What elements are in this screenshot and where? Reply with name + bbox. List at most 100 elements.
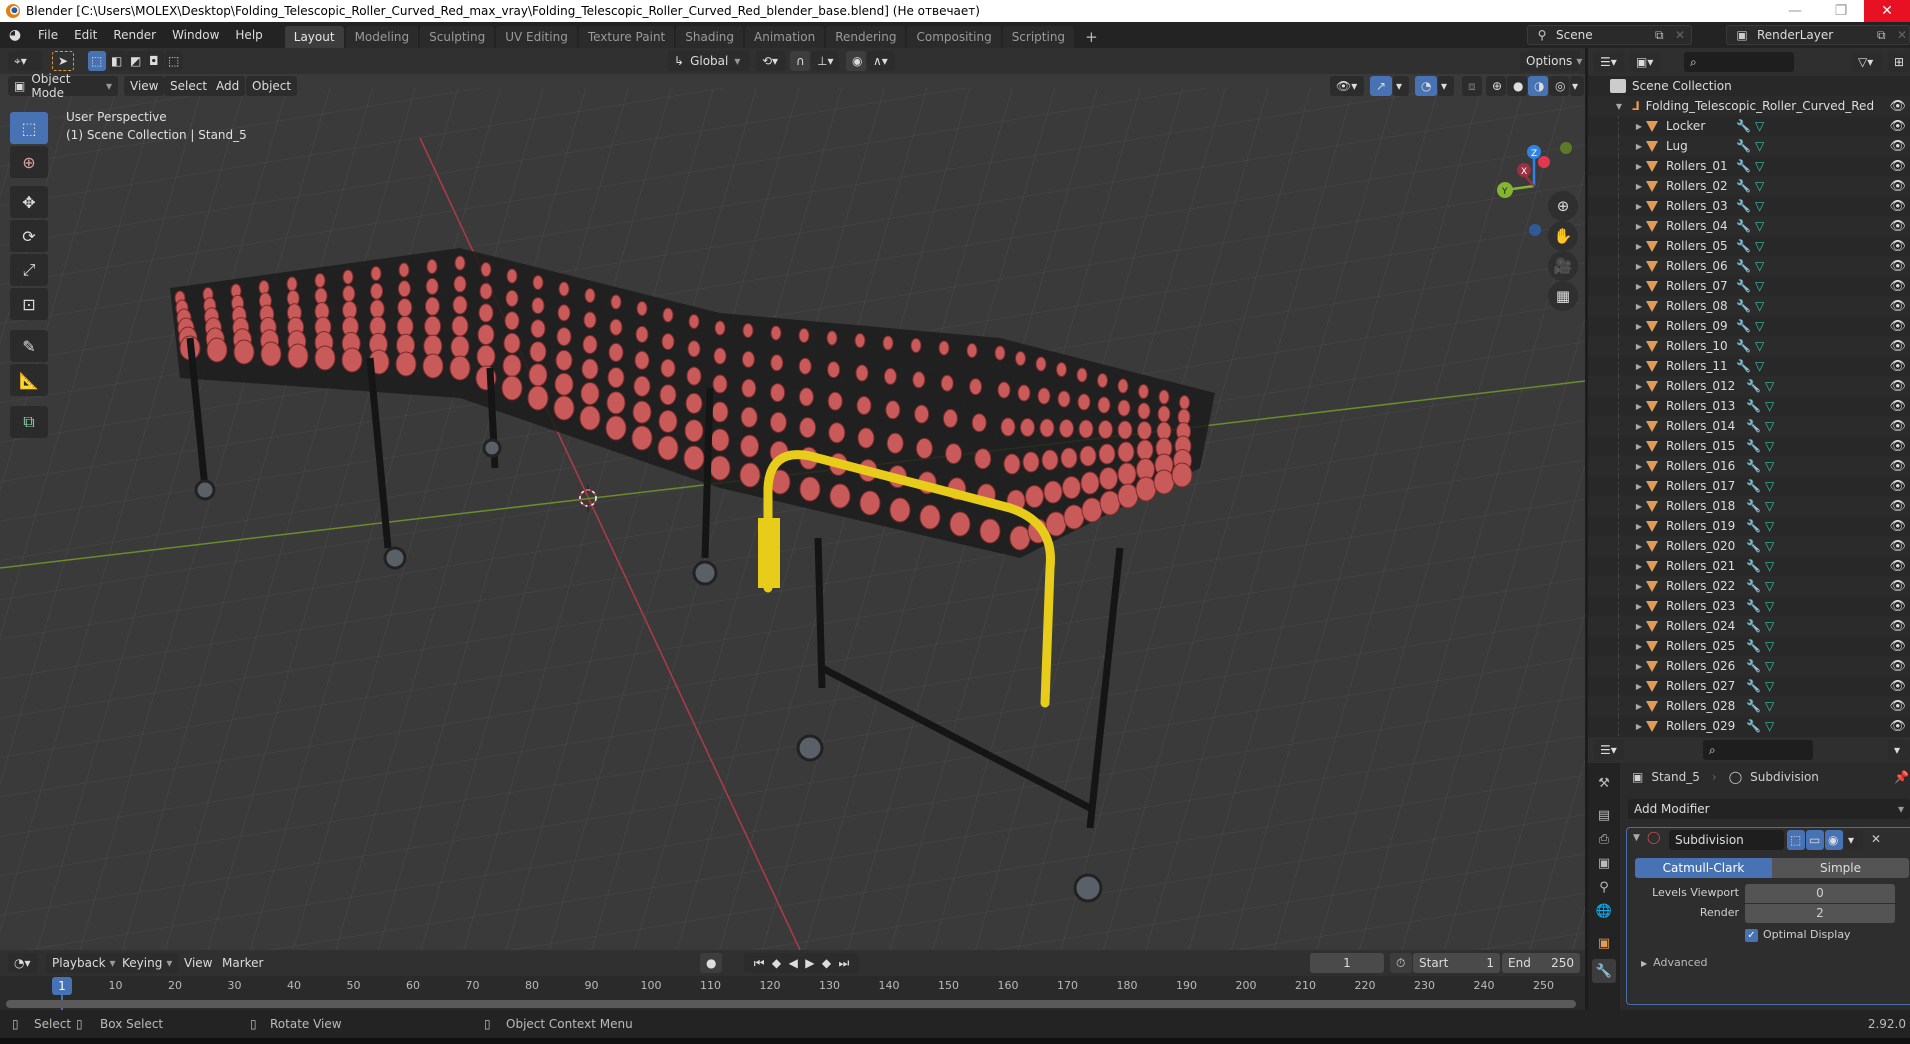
visibility-eye-icon[interactable]: 👁 (1889, 159, 1906, 174)
mesh-data-icon[interactable]: ▽ (1755, 219, 1764, 233)
tab-scene[interactable]: ⚲ (1592, 875, 1616, 899)
mesh-data-icon[interactable]: ▽ (1765, 399, 1774, 413)
levels-viewport-field[interactable]: 0 (1745, 884, 1895, 903)
render-toggle[interactable]: ◉ (1825, 830, 1843, 850)
expand-toggle[interactable]: ▶ (1632, 242, 1646, 251)
mesh-data-icon[interactable]: ▽ (1765, 519, 1774, 533)
expand-toggle[interactable]: ▶ (1632, 442, 1646, 451)
expand-toggle[interactable]: ▼ (1612, 102, 1626, 111)
next-keyframe-icon[interactable]: ◆ (822, 956, 831, 970)
outliner-object-row[interactable]: ▶ Rollers_03 🔧 ▽ 👁 (1588, 196, 1910, 216)
current-frame-field[interactable]: 1 (1310, 953, 1384, 973)
auto-keying-toggle[interactable]: ● (700, 953, 722, 973)
menu-window[interactable]: Window (164, 22, 227, 48)
editor-type-button[interactable]: ⌖▾ (8, 51, 42, 71)
snap-target-dropdown[interactable]: ⊥▾ (811, 51, 839, 71)
expand-toggle[interactable]: ▶ (1632, 182, 1646, 191)
modifier-wrench-icon[interactable]: 🔧 (1746, 519, 1761, 533)
visibility-eye-icon[interactable]: 👁 (1889, 319, 1906, 334)
expand-toggle[interactable]: ▶ (1632, 582, 1646, 591)
end-frame-field[interactable]: End 250 (1502, 953, 1580, 973)
mesh-data-icon[interactable]: ▽ (1755, 319, 1764, 333)
tab-animation[interactable]: Animation (745, 26, 825, 48)
visibility-eye-icon[interactable]: 👁 (1889, 539, 1906, 554)
visibility-eye-icon[interactable]: 👁 (1889, 459, 1906, 474)
modifier-wrench-icon[interactable]: 🔧 (1746, 539, 1761, 553)
tab-sculpting[interactable]: Sculpting (420, 26, 495, 48)
scene-selector[interactable]: ⚲ Scene ⧉ ✕ (1527, 25, 1692, 45)
menu-select[interactable]: Select (164, 76, 214, 96)
outliner-object-row[interactable]: ▶ Rollers_07 🔧 ▽ 👁 (1588, 276, 1910, 296)
pan-view-button[interactable]: ✋ (1548, 221, 1578, 251)
new-view-layer-icon[interactable]: ⧉ (1877, 28, 1897, 43)
modifier-wrench-icon[interactable]: 🔧 (1746, 579, 1761, 593)
visibility-eye-icon[interactable]: 👁 (1889, 399, 1906, 414)
shading-dropdown[interactable]: ▾ (1570, 76, 1584, 96)
modifier-wrench-icon[interactable]: 🔧 (1736, 139, 1751, 153)
modifier-wrench-icon[interactable]: 🔧 (1746, 399, 1761, 413)
mesh-data-icon[interactable]: ▽ (1765, 579, 1774, 593)
outliner-object-row[interactable]: ▶ Rollers_015 🔧 ▽ 👁 (1588, 436, 1910, 456)
outliner-object-row[interactable]: ▶ Rollers_026 🔧 ▽ 👁 (1588, 656, 1910, 676)
blender-menu-icon[interactable]: ◕ (0, 27, 30, 43)
outliner-object-row[interactable]: ▶ Rollers_08 🔧 ▽ 👁 (1588, 296, 1910, 316)
modifier-wrench-icon[interactable]: 🔧 (1746, 659, 1761, 673)
visibility-dropdown[interactable]: 👁▾ (1330, 76, 1364, 96)
tab-rendering[interactable]: Rendering (826, 26, 906, 48)
outliner-object-row[interactable]: ▶ Rollers_028 🔧 ▽ 👁 (1588, 696, 1910, 716)
tab-modifiers[interactable]: 🔧 (1592, 959, 1616, 983)
collapse-toggle[interactable]: ▼ (1633, 833, 1640, 843)
select-tool-icon[interactable]: ➤ (52, 51, 74, 71)
timeline-editor-type[interactable]: ◔▾ (8, 953, 38, 973)
gizmo-neg-y[interactable] (1560, 142, 1572, 154)
tab-view-layer[interactable]: ▣ (1592, 851, 1616, 875)
outliner-object-row[interactable]: ▶ Rollers_06 🔧 ▽ 👁 (1588, 256, 1910, 276)
jump-start-icon[interactable]: ⏮ (754, 956, 765, 971)
shading-rendered-icon[interactable]: ◎ (1549, 76, 1569, 96)
mesh-data-icon[interactable]: ▽ (1755, 159, 1764, 173)
tab-shading[interactable]: Shading (676, 26, 743, 48)
mode-dropdown[interactable]: ▣ Object Mode ▾ (8, 72, 118, 100)
tool-transform[interactable]: ⊡ (10, 288, 48, 320)
modifier-wrench-icon[interactable]: 🔧 (1736, 319, 1751, 333)
catmull-clark-option[interactable]: Catmull-Clark (1635, 858, 1772, 878)
expand-toggle[interactable]: ▶ (1632, 322, 1646, 331)
visibility-eye-icon[interactable]: 👁 (1889, 259, 1906, 274)
modifier-wrench-icon[interactable]: 🔧 (1746, 479, 1761, 493)
delete-view-layer-icon[interactable]: ✕ (1897, 28, 1909, 42)
select-mode-invert-icon[interactable]: ◘ (146, 51, 164, 71)
visibility-eye-icon[interactable]: 👁 (1889, 219, 1906, 234)
select-mode-intersect-icon[interactable]: ⬚ (165, 51, 183, 71)
gizmo-neg-z[interactable] (1529, 224, 1541, 236)
expand-toggle[interactable]: ▶ (1632, 162, 1646, 171)
visibility-eye-icon[interactable]: 👁 (1889, 659, 1906, 674)
modifier-wrench-icon[interactable]: 🔧 (1736, 159, 1751, 173)
display-mode-dropdown[interactable]: ▣▾ (1630, 52, 1660, 72)
add-workspace-button[interactable]: + (1076, 26, 1107, 48)
expand-toggle[interactable]: ▶ (1632, 122, 1646, 131)
outliner-object-row[interactable]: ▶ Rollers_019 🔧 ▽ 👁 (1588, 516, 1910, 536)
close-button[interactable]: ✕ (1864, 0, 1910, 22)
expand-toggle[interactable]: ▶ (1632, 622, 1646, 631)
outliner-object-row[interactable]: ▶ Rollers_012 🔧 ▽ 👁 (1588, 376, 1910, 396)
shading-wireframe-icon[interactable]: ⊕ (1486, 76, 1506, 96)
playhead[interactable]: 1 (52, 977, 72, 995)
edit-mode-toggle[interactable]: ⬚ (1787, 830, 1805, 850)
mesh-data-icon[interactable]: ▽ (1765, 499, 1774, 513)
expand-toggle[interactable]: ▶ (1632, 202, 1646, 211)
mesh-data-icon[interactable]: ▽ (1765, 379, 1774, 393)
expand-toggle[interactable]: ▶ (1632, 462, 1646, 471)
modifier-name-input[interactable]: Subdivision (1669, 830, 1784, 850)
mesh-data-icon[interactable]: ▽ (1755, 259, 1764, 273)
outliner-object-row[interactable]: ▶ Rollers_017 🔧 ▽ 👁 (1588, 476, 1910, 496)
timeline-view-menu[interactable]: View (178, 953, 218, 973)
modifier-wrench-icon[interactable]: 🔧 (1736, 359, 1751, 373)
visibility-eye-icon[interactable]: 👁 (1889, 119, 1906, 134)
modifier-options-dropdown[interactable]: ▾ (1845, 830, 1863, 850)
expand-toggle[interactable]: ▶ (1632, 262, 1646, 271)
tab-modeling[interactable]: Modeling (345, 26, 419, 48)
modifier-wrench-icon[interactable]: 🔧 (1746, 499, 1761, 513)
visibility-eye-icon[interactable]: 👁 (1889, 599, 1906, 614)
outliner-object-row[interactable]: ▶ Rollers_10 🔧 ▽ 👁 (1588, 336, 1910, 356)
outliner-object-row[interactable]: ▶ Rollers_022 🔧 ▽ 👁 (1588, 576, 1910, 596)
